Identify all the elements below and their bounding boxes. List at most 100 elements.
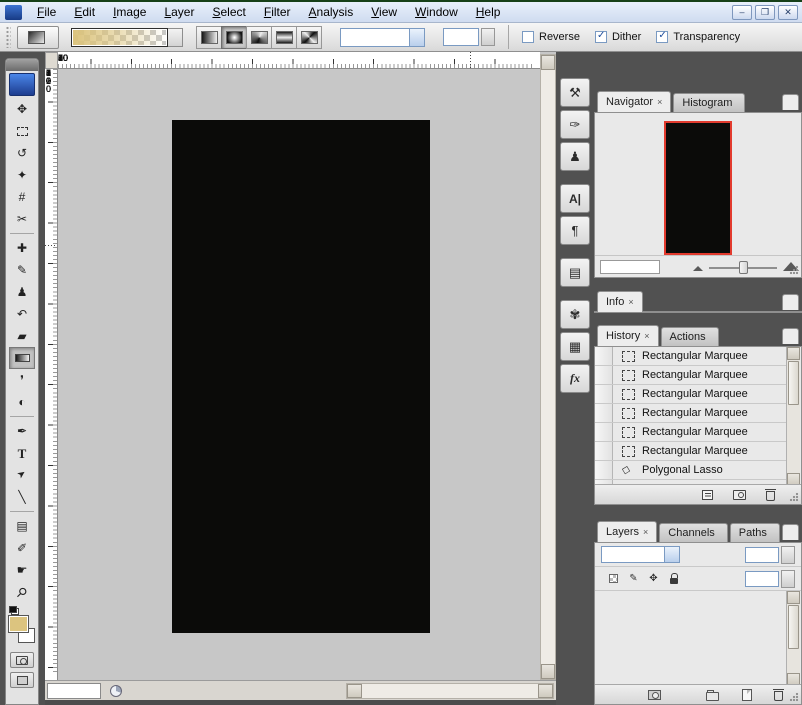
scrollbar-track[interactable] xyxy=(787,650,800,673)
linear-gradient[interactable] xyxy=(196,26,222,49)
screen-mode-button[interactable] xyxy=(10,672,34,688)
navigator-proxy-view[interactable] xyxy=(664,121,732,255)
chevron-down-icon[interactable] xyxy=(664,547,679,562)
new-group-icon[interactable] xyxy=(706,692,719,701)
blend-mode-select[interactable] xyxy=(601,546,680,563)
menu-item[interactable]: File xyxy=(28,4,65,20)
history-state[interactable]: Polygonal Lasso xyxy=(595,461,786,480)
clone-stamp-tool[interactable]: ♟ xyxy=(9,281,35,303)
opacity-arrow-button[interactable] xyxy=(481,28,495,46)
gradient-picker-arrow-icon[interactable] xyxy=(168,28,183,47)
panel-tab[interactable]: Histogram xyxy=(673,93,745,112)
layers-scrollbar[interactable] xyxy=(786,591,800,686)
ps-logo-button[interactable] xyxy=(9,73,35,96)
lock-transparency-icon[interactable] xyxy=(606,572,621,586)
layer-comps-icon[interactable]: ▤ xyxy=(560,258,590,287)
reflected-gradient[interactable] xyxy=(271,26,297,49)
menu-item[interactable]: Filter xyxy=(255,4,300,20)
delete-layer-icon[interactable] xyxy=(774,691,783,701)
marquee-tool[interactable] xyxy=(9,120,35,142)
panel-menu-icon[interactable] xyxy=(782,94,799,110)
toolbox-collapse-button[interactable] xyxy=(6,59,38,71)
checkbox-option[interactable]: Reverse xyxy=(522,31,580,43)
layers-opacity-field[interactable] xyxy=(745,547,779,563)
close-button[interactable]: ✕ xyxy=(778,5,798,20)
history-source-cell[interactable] xyxy=(595,404,613,422)
checkbox-icon[interactable] xyxy=(656,31,668,43)
scrollbar-thumb[interactable] xyxy=(788,361,799,405)
delete-state-icon[interactable] xyxy=(766,491,775,501)
history-brush-tool[interactable]: ↶ xyxy=(9,303,35,325)
tab-close-icon[interactable]: × xyxy=(643,527,648,537)
default-colors-icon[interactable] xyxy=(9,606,19,615)
history-state[interactable]: Rectangular Marquee xyxy=(595,423,786,442)
scroll-left-button[interactable] xyxy=(347,684,362,698)
history-state[interactable]: Rectangular Marquee xyxy=(595,385,786,404)
tool-presets-icon[interactable]: ⚒ xyxy=(560,78,590,107)
brush-tool[interactable]: ✎ xyxy=(9,259,35,281)
vertical-scrollbar[interactable] xyxy=(540,54,556,680)
history-source-cell[interactable] xyxy=(595,347,613,365)
menu-item[interactable]: Analysis xyxy=(300,4,363,20)
blur-tool[interactable]: ❜ xyxy=(9,369,35,391)
history-source-cell[interactable] xyxy=(595,366,613,384)
scrollbar-track[interactable] xyxy=(787,406,800,473)
panel-menu-icon[interactable] xyxy=(782,328,799,344)
quick-mask-button[interactable] xyxy=(10,652,34,668)
history-state[interactable]: Rectangular Marquee xyxy=(595,347,786,366)
zoom-out-icon[interactable] xyxy=(693,266,703,271)
tab-close-icon[interactable]: × xyxy=(644,331,649,341)
paragraph-icon[interactable]: ¶ xyxy=(560,216,590,245)
panel-tab[interactable]: Layers× xyxy=(597,521,657,542)
menu-item[interactable]: View xyxy=(362,4,406,20)
scrollbar-track[interactable] xyxy=(541,70,555,664)
zoom-tool[interactable]: ⚲ xyxy=(9,581,35,603)
foreground-color-swatch[interactable] xyxy=(9,616,28,632)
panel-tab[interactable]: Info× xyxy=(597,291,643,312)
panel-resize-grip[interactable] xyxy=(789,265,799,275)
lock-all-icon[interactable] xyxy=(666,572,681,586)
timer-icon[interactable] xyxy=(110,685,122,697)
history-source-cell[interactable] xyxy=(595,423,613,441)
brushes-icon[interactable]: ✑ xyxy=(560,110,590,139)
gradient-preview[interactable] xyxy=(71,28,168,47)
zoom-level-field[interactable] xyxy=(47,683,101,699)
history-state[interactable]: Rectangular Marquee xyxy=(595,366,786,385)
panel-tab[interactable]: Actions xyxy=(661,327,719,346)
opacity-field[interactable] xyxy=(443,28,479,46)
opacity-arrow-button[interactable] xyxy=(781,546,795,564)
scroll-up-button[interactable] xyxy=(541,55,555,70)
panel-menu-icon[interactable] xyxy=(782,524,799,540)
horizontal-scrollbar[interactable] xyxy=(346,683,554,699)
history-state[interactable]: Rectangular Marquee xyxy=(595,442,786,461)
path-selection-tool[interactable]: ➤ xyxy=(9,464,35,486)
styles-icon[interactable]: fx xyxy=(560,364,590,393)
new-snapshot-icon[interactable] xyxy=(733,490,746,500)
crop-tool[interactable]: # xyxy=(9,186,35,208)
checkbox-icon[interactable] xyxy=(522,31,534,43)
scroll-up-button[interactable] xyxy=(787,591,800,604)
gradient-editor-well[interactable] xyxy=(71,27,183,48)
tab-close-icon[interactable]: × xyxy=(628,297,633,307)
fill-arrow-button[interactable] xyxy=(781,570,795,588)
notes-tool[interactable]: ▤ xyxy=(9,515,35,537)
scroll-down-button[interactable] xyxy=(541,664,555,679)
eyedropper-tool[interactable]: ✐ xyxy=(9,537,35,559)
minimize-button[interactable]: – xyxy=(732,5,752,20)
magic-wand-tool[interactable]: ✦ xyxy=(9,164,35,186)
pen-tool[interactable]: ✒ xyxy=(9,420,35,442)
swatches-icon[interactable]: ▦ xyxy=(560,332,590,361)
checkbox-icon[interactable] xyxy=(595,31,607,43)
angle-gradient[interactable] xyxy=(246,26,272,49)
history-source-cell[interactable] xyxy=(595,442,613,460)
new-document-from-state-icon[interactable] xyxy=(702,490,713,500)
scroll-up-button[interactable] xyxy=(787,347,800,360)
panel-resize-grip[interactable] xyxy=(789,692,799,702)
layer-mask-icon[interactable] xyxy=(648,690,661,700)
menu-item[interactable]: Help xyxy=(467,4,510,20)
menu-item[interactable]: Layer xyxy=(155,4,203,20)
panel-tab[interactable]: History× xyxy=(597,325,659,346)
checkbox-option[interactable]: Transparency xyxy=(656,31,740,43)
menu-item[interactable]: Edit xyxy=(65,4,104,20)
checkbox-option[interactable]: Dither xyxy=(595,31,641,43)
